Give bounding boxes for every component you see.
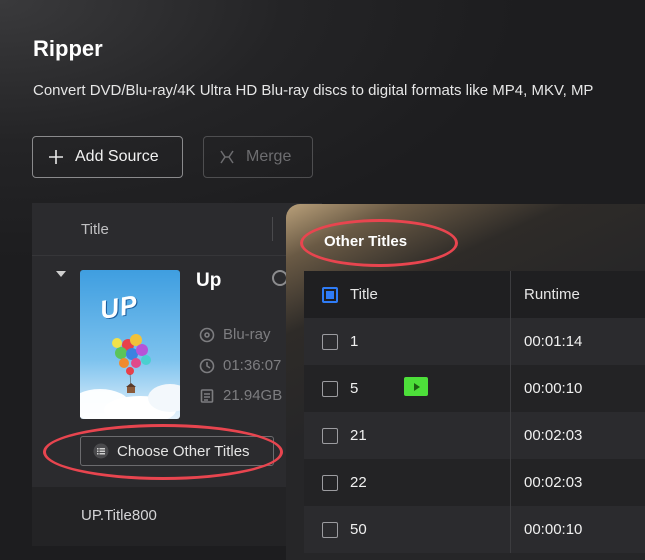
play-icon[interactable] xyxy=(404,377,428,396)
source-list-header: Title xyxy=(32,203,322,256)
row-title: 1 xyxy=(350,333,359,350)
poster-logo-text: UP xyxy=(97,288,141,326)
row-checkbox[interactable] xyxy=(322,334,338,350)
row-title: 22 xyxy=(350,474,367,491)
table-row[interactable]: 21 00:02:03 xyxy=(304,412,645,459)
column-header-runtime: Runtime xyxy=(524,286,580,303)
row-runtime: 00:00:10 xyxy=(524,521,583,538)
output-title-name: UP.Title800 xyxy=(81,507,157,524)
row-checkbox[interactable] xyxy=(322,381,338,397)
collapse-caret-icon[interactable] xyxy=(56,271,66,277)
table-row[interactable]: 1 00:01:14 xyxy=(304,318,645,365)
row-runtime: 00:00:10 xyxy=(524,380,583,397)
titles-table: Title Runtime 1 00:01:14 5 00:00:10 21 0… xyxy=(304,271,645,553)
row-checkbox[interactable] xyxy=(322,475,338,491)
file-size: 21.94GB xyxy=(223,387,283,404)
column-divider xyxy=(510,318,511,365)
duration: 01:36:07 xyxy=(223,357,282,374)
file-size-icon xyxy=(200,388,214,403)
column-title-header: Title xyxy=(81,221,109,238)
annotation-ring-other-titles xyxy=(300,219,458,267)
size-row: 21.94GB xyxy=(199,387,282,404)
table-row[interactable]: 50 00:00:10 xyxy=(304,506,645,553)
table-row[interactable]: 5 00:00:10 xyxy=(304,365,645,412)
column-divider xyxy=(510,365,511,412)
row-runtime: 00:02:03 xyxy=(524,474,583,491)
plus-icon xyxy=(47,148,65,166)
movie-poster: UP xyxy=(80,270,180,419)
row-runtime: 00:02:03 xyxy=(524,427,583,444)
column-divider xyxy=(510,412,511,459)
row-runtime: 00:01:14 xyxy=(524,333,583,350)
source-list-panel: Title UP Up Blu-ray 01:36:07 21.94GB Cho… xyxy=(32,203,322,546)
duration-row: 01:36:07 xyxy=(199,357,281,374)
annotation-ring-choose-titles xyxy=(43,424,283,480)
merge-icon xyxy=(218,148,236,166)
column-divider xyxy=(510,459,511,506)
table-header: Title Runtime xyxy=(304,271,645,318)
merge-button[interactable]: Merge xyxy=(203,136,313,178)
row-checkbox[interactable] xyxy=(322,428,338,444)
movie-name: Up xyxy=(196,270,222,291)
add-source-button[interactable]: Add Source xyxy=(32,136,183,178)
page-title: Ripper xyxy=(33,36,103,61)
column-divider xyxy=(510,506,511,553)
merge-label: Merge xyxy=(246,148,292,165)
row-title: 21 xyxy=(350,427,367,444)
column-separator xyxy=(272,217,273,241)
row-checkbox[interactable] xyxy=(322,522,338,538)
disc-icon xyxy=(199,327,215,342)
row-title: 50 xyxy=(350,521,367,538)
row-title: 5 xyxy=(350,380,359,397)
disc-type: Blu-ray xyxy=(223,326,271,343)
add-source-label: Add Source xyxy=(75,148,159,165)
disc-type-row: Blu-ray xyxy=(199,326,271,343)
select-all-checkbox[interactable] xyxy=(322,287,338,303)
output-title-row[interactable]: UP.Title800 xyxy=(32,487,322,546)
page-subtitle: Convert DVD/Blu-ray/4K Ultra HD Blu-ray … xyxy=(33,82,594,99)
column-divider xyxy=(510,271,511,318)
column-header-title: Title xyxy=(350,286,378,303)
clock-icon xyxy=(199,358,215,373)
table-row[interactable]: 22 00:02:03 xyxy=(304,459,645,506)
